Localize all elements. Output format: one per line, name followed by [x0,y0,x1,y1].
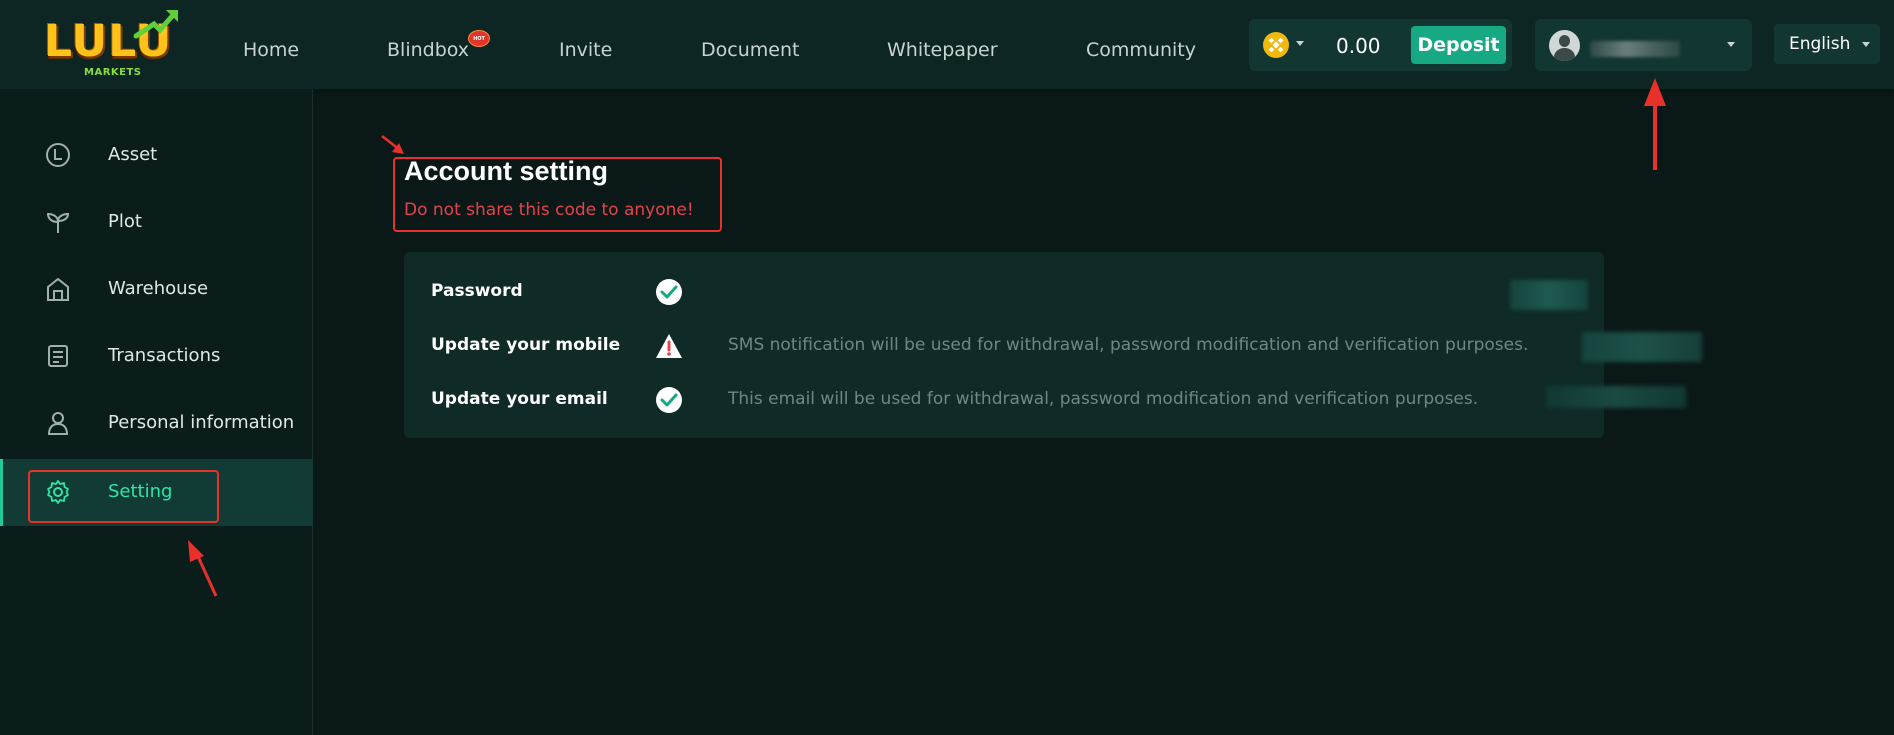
redacted-value [1582,332,1702,362]
email-description: This email will be used for withdrawal, … [728,389,1479,409]
mobile-description: SMS notification will be used for withdr… [728,335,1529,355]
logo-arrow-icon [133,10,178,39]
nav-blindbox[interactable]: Blindbox [387,39,469,61]
password-label: Password [431,281,523,301]
user-menu[interactable] [1535,19,1752,71]
language-label: English [1789,34,1851,54]
hot-badge: HOT [468,30,490,47]
settings-card: Password Update your mobile SMS notifica… [404,252,1702,438]
coin-dropdown-icon[interactable] [1296,41,1304,46]
check-circle-icon[interactable] [655,278,683,306]
bnb-coin-icon[interactable] [1263,32,1289,58]
sidebar-item-label: Warehouse [108,278,209,299]
sidebar: Asset Plot Warehouse Transactions Person… [0,89,313,735]
redacted-value [1510,280,1588,310]
nav-whitepaper[interactable]: Whitepaper [887,39,998,61]
brand-subtitle: MARKETS [84,67,142,78]
annotation-box [393,157,722,232]
annotation-arrow [1644,78,1666,170]
annotation-arrow [381,135,404,154]
nav-community[interactable]: Community [1086,39,1196,61]
check-circle-icon[interactable] [655,386,683,414]
brand-logo[interactable]: LULU MARKETS [44,10,189,82]
user-name-redacted [1590,41,1680,57]
chevron-down-icon [1727,42,1735,47]
nav-document[interactable]: Document [701,39,799,61]
transactions-icon [48,345,68,367]
person-icon [47,412,69,435]
deposit-button[interactable]: Deposit [1411,26,1506,64]
asset-clock-icon [46,143,70,167]
email-label: Update your email [431,389,608,409]
sidebar-item-plot[interactable]: Plot [0,189,313,256]
wallet-panel: 0.00 Deposit [1249,19,1512,71]
warning-triangle-icon[interactable] [655,332,683,360]
warehouse-icon [47,277,69,301]
sidebar-item-transactions[interactable]: Transactions [0,323,313,390]
language-selector[interactable]: English [1774,24,1880,64]
redacted-value [1546,386,1686,408]
wallet-balance: 0.00 [1336,34,1381,58]
sidebar-item-label: Personal information [108,412,295,433]
chevron-down-icon [1862,42,1870,47]
nav-invite[interactable]: Invite [559,39,612,61]
plant-sprout-icon [46,212,70,233]
sidebar-item-personal-information[interactable]: Personal information [0,390,313,457]
sidebar-item-warehouse[interactable]: Warehouse [0,256,313,323]
annotation-arrow [188,540,218,597]
mobile-label: Update your mobile [431,335,621,355]
sidebar-item-asset[interactable]: Asset [0,122,313,189]
sidebar-item-label: Transactions [108,345,221,366]
top-header: LULU MARKETS Home Blindbox HOT Invite Do… [0,0,1894,89]
sidebar-item-label: Plot [108,211,142,232]
nav-home[interactable]: Home [243,39,299,61]
annotation-box [28,470,219,523]
sidebar-item-label: Asset [108,144,158,165]
user-avatar-icon [1549,30,1580,61]
